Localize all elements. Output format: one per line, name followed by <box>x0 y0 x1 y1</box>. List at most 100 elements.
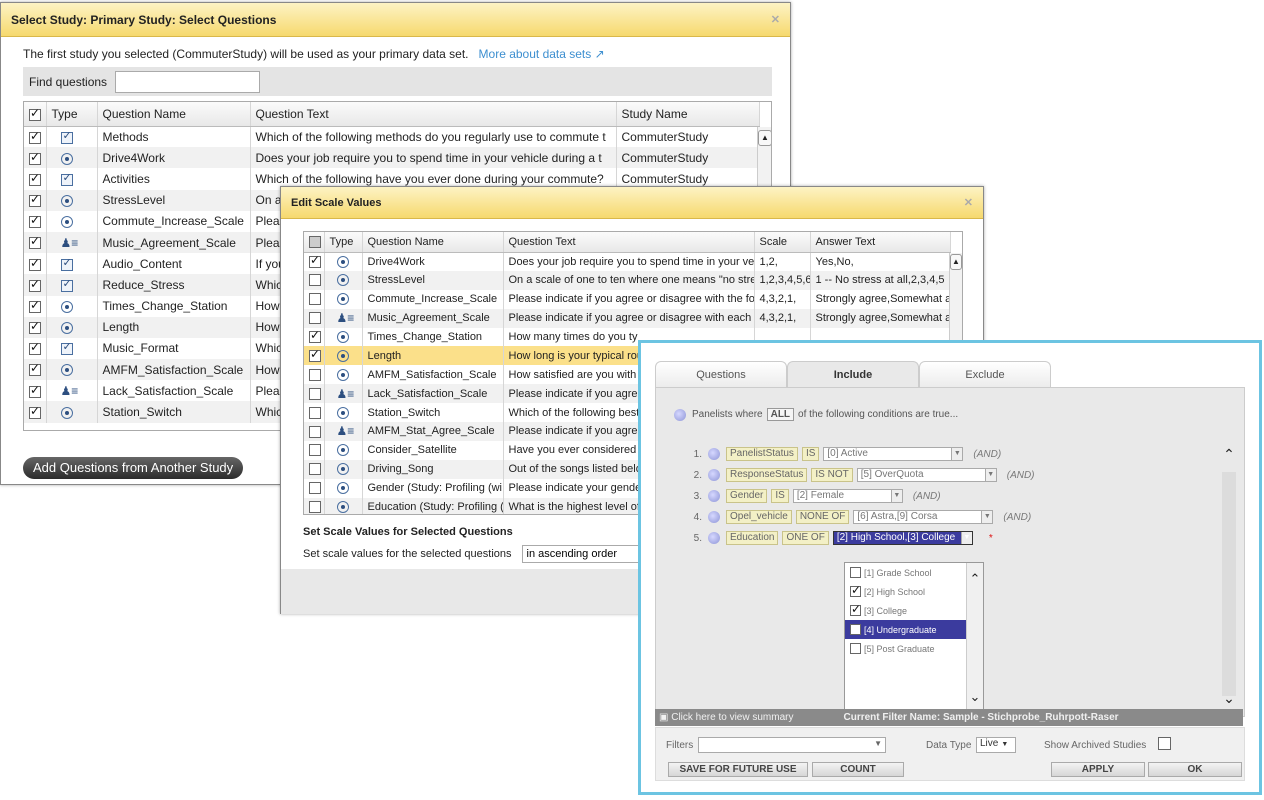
select-all-checkbox[interactable] <box>304 232 325 253</box>
dropdown-scrollbar[interactable]: ⌃ ⌄ <box>966 563 983 719</box>
row-checkbox[interactable] <box>309 387 321 400</box>
gear-icon[interactable] <box>674 408 686 421</box>
row-checkbox[interactable] <box>309 482 321 495</box>
row-checkbox[interactable] <box>29 234 41 250</box>
option-checkbox[interactable] <box>850 624 861 635</box>
col-question-name[interactable]: Question Name <box>362 232 504 253</box>
gear-icon[interactable] <box>708 532 720 544</box>
panel-scrollbar[interactable]: ⌃ ⌄ <box>1222 446 1236 706</box>
col-type[interactable]: Type <box>46 102 98 127</box>
col-question-name[interactable]: Question Name <box>97 102 251 127</box>
table-row[interactable]: Drive4WorkDoes your job require you to s… <box>24 147 760 169</box>
view-summary-link[interactable]: Click here to view summary <box>671 712 793 723</box>
table-row[interactable]: ♟≡ Music_Agreement_Scale Please indicate i… <box>304 308 951 328</box>
row-checkbox[interactable] <box>309 368 321 381</box>
tab-include[interactable]: Include <box>787 361 919 387</box>
row-checkbox[interactable] <box>29 298 41 313</box>
more-about-data-sets-link[interactable]: More about data sets ↗ <box>479 47 605 61</box>
row-checkbox[interactable] <box>309 463 321 476</box>
row-checkbox[interactable] <box>309 253 321 268</box>
col-answer-text[interactable]: Answer Text <box>810 232 951 253</box>
row-checkbox[interactable] <box>29 319 41 335</box>
col-scale[interactable]: Scale <box>754 232 811 253</box>
condition-operator[interactable]: ONE OF <box>782 531 829 545</box>
scroll-up-icon[interactable]: ▲ <box>758 130 771 146</box>
condition-field[interactable]: Gender <box>726 489 768 503</box>
row-checkbox[interactable] <box>29 277 41 292</box>
show-archived-checkbox[interactable] <box>1158 737 1171 750</box>
dialog-titlebar[interactable]: Select Study: Primary Study: Select Ques… <box>1 3 790 37</box>
option-checkbox[interactable] <box>850 583 861 597</box>
scale-order-select[interactable]: in ascending order <box>521 545 652 563</box>
row-checkbox[interactable] <box>309 347 321 362</box>
select-all-checkbox[interactable] <box>24 102 47 127</box>
count-button[interactable]: COUNT <box>812 762 904 777</box>
condition-operator[interactable]: IS <box>801 447 820 461</box>
condition-value-select[interactable]: [5] OverQuota ▼ <box>856 468 997 482</box>
table-row[interactable]: StressLevel On a scale of one to ten wher… <box>304 270 951 290</box>
match-mode-button[interactable]: ALL <box>766 408 795 421</box>
col-question-text[interactable]: Question Text <box>250 102 617 127</box>
condition-field[interactable]: ResponseStatus <box>726 468 808 482</box>
row-checkbox[interactable] <box>29 340 41 356</box>
table-row[interactable]: MethodsWhich of the following methods do… <box>24 126 760 148</box>
row-checkbox[interactable] <box>309 501 321 514</box>
row-checkbox[interactable] <box>29 150 41 165</box>
tab-questions[interactable]: Questions <box>655 361 787 387</box>
table-row[interactable]: Commute_Increase_Scale Please indicate if… <box>304 289 951 309</box>
col-type[interactable]: Type <box>324 232 363 253</box>
condition-value-select[interactable]: [6] Astra,[9] Corsa ▼ <box>853 510 994 524</box>
save-for-future-use-button[interactable]: SAVE FOR FUTURE USE <box>668 762 808 777</box>
col-study-name[interactable]: Study Name <box>616 102 760 127</box>
scale-values[interactable]: 4,3,2,1, <box>754 289 811 309</box>
filters-select[interactable]: ▼ <box>698 737 886 753</box>
condition-operator[interactable]: IS NOT <box>811 468 853 482</box>
row-checkbox[interactable] <box>309 293 321 306</box>
scale-values[interactable]: 1,2,3,4,5,6 <box>754 270 811 290</box>
row-checkbox[interactable] <box>309 406 321 419</box>
option-checkbox[interactable] <box>850 643 861 654</box>
condition-value-select[interactable]: [2] Female ▼ <box>792 489 903 503</box>
condition-operator[interactable]: IS <box>771 489 789 503</box>
chevron-up-icon[interactable]: ⌃ <box>967 571 983 587</box>
data-type-select[interactable]: Live ▼ <box>976 737 1016 753</box>
education-options-dropdown[interactable]: [1] Grade School[2] High School[3] Colle… <box>844 562 984 720</box>
condition-value-select[interactable]: [2] High School,[3] College ▼ <box>832 531 973 545</box>
row-checkbox[interactable] <box>29 213 41 229</box>
row-checkbox[interactable] <box>29 256 41 271</box>
row-checkbox[interactable] <box>29 383 41 398</box>
find-questions-input[interactable] <box>115 70 261 93</box>
apply-button[interactable]: APPLY <box>1051 762 1145 777</box>
option-checkbox[interactable] <box>850 602 861 616</box>
ok-button[interactable]: OK <box>1148 762 1242 777</box>
row-checkbox[interactable] <box>309 444 321 457</box>
gear-icon[interactable] <box>708 469 720 481</box>
condition-field[interactable]: Education <box>726 531 779 545</box>
row-checkbox[interactable] <box>29 404 41 419</box>
dropdown-option[interactable]: [1] Grade School <box>845 563 983 582</box>
condition-field[interactable]: PanelistStatus <box>726 447 798 461</box>
add-questions-button[interactable]: Add Questions from Another Study <box>23 457 244 479</box>
dropdown-option[interactable]: [4] Undergraduate <box>845 620 983 639</box>
summary-icon[interactable]: ▣ <box>659 712 668 723</box>
scroll-up-icon[interactable]: ▲ <box>950 254 962 270</box>
table-row[interactable]: Drive4WorkDoes your job require you to s… <box>304 252 951 271</box>
condition-operator[interactable]: NONE OF <box>795 510 850 524</box>
row-checkbox[interactable] <box>29 361 41 377</box>
dropdown-option[interactable]: [3] College <box>845 601 983 620</box>
chevron-down-icon[interactable]: ⌄ <box>1222 690 1236 707</box>
dropdown-option[interactable]: [5] Post Graduate <box>845 639 983 658</box>
row-checkbox[interactable] <box>29 171 41 186</box>
condition-value-select[interactable]: [0] Active ▼ <box>823 447 964 461</box>
option-checkbox[interactable] <box>850 567 861 578</box>
row-checkbox[interactable] <box>29 129 41 144</box>
gear-icon[interactable] <box>708 511 720 523</box>
row-checkbox[interactable] <box>309 328 321 344</box>
condition-field[interactable]: Opel_vehicle <box>726 510 792 524</box>
close-icon[interactable]: ✕ <box>964 196 973 209</box>
row-checkbox[interactable] <box>309 274 321 287</box>
close-icon[interactable]: ✕ <box>771 13 780 26</box>
chevron-up-icon[interactable]: ⌃ <box>1222 446 1236 463</box>
gear-icon[interactable] <box>708 448 720 460</box>
scroll-track[interactable] <box>1222 472 1236 696</box>
